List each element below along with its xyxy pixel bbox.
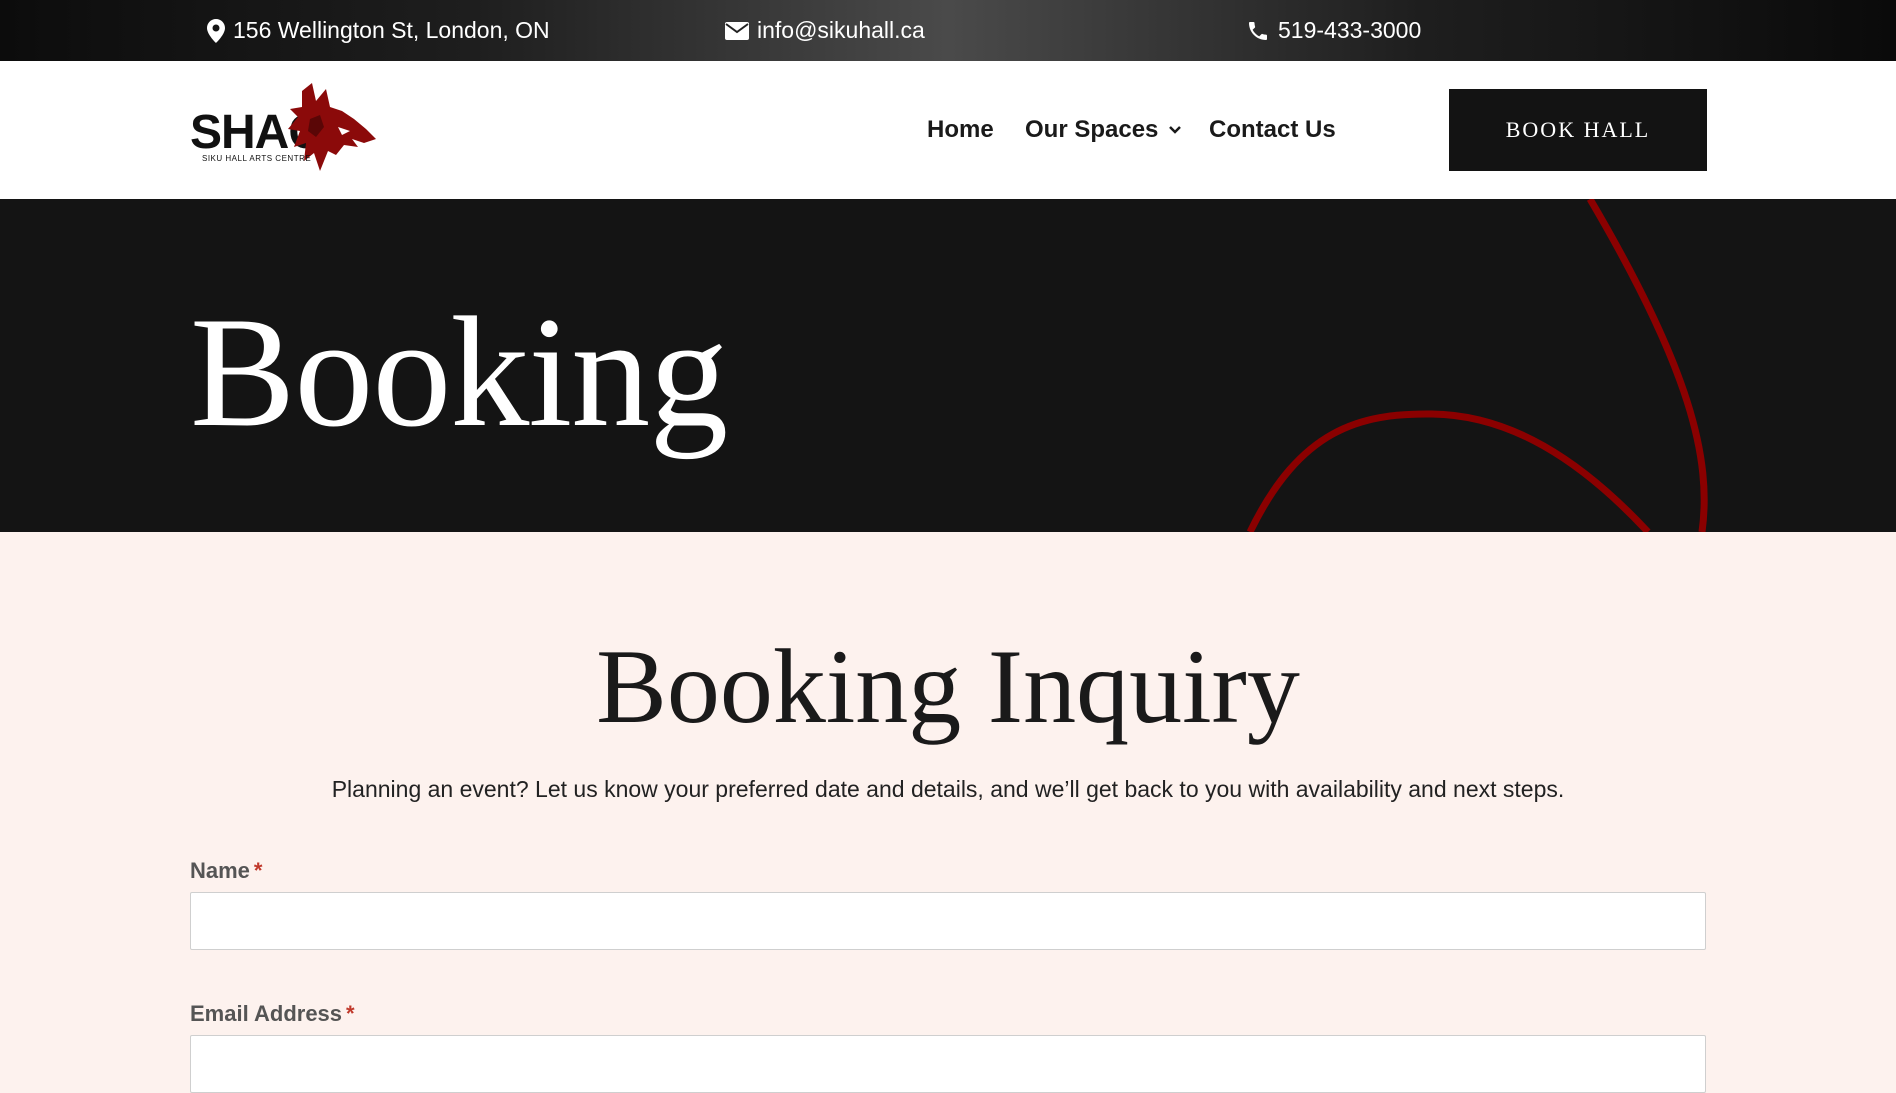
booking-section: Booking Inquiry Planning an event? Let u…: [0, 532, 1896, 1093]
nav-home[interactable]: Home: [927, 116, 994, 144]
nav-contact-wrap: Contact Us: [1209, 61, 1336, 199]
site-logo[interactable]: SHAC SIKU HALL ARTS CENTRE: [190, 81, 380, 181]
nav-home-wrap: Home: [927, 61, 994, 199]
book-hall-button[interactable]: BOOK HALL: [1449, 89, 1707, 171]
name-label-text: Name: [190, 858, 250, 883]
page-title: Booking: [190, 285, 728, 460]
hero-banner: Booking: [0, 199, 1896, 532]
email-label-text: Email Address: [190, 1001, 343, 1026]
name-label: Name *: [190, 858, 262, 884]
address-text: 156 Wellington St, London, ON: [233, 17, 550, 43]
nav-our-spaces[interactable]: Our Spaces: [1025, 116, 1158, 144]
address-info: 156 Wellington St, London, ON: [207, 0, 550, 61]
email-link[interactable]: info@sikuhall.ca: [757, 17, 925, 44]
chevron-down-icon[interactable]: [1168, 125, 1182, 135]
email-field[interactable]: [190, 1035, 1706, 1093]
email-label: Email Address *: [190, 1001, 355, 1027]
phone-icon: [1249, 21, 1267, 40]
required-marker: *: [253, 858, 263, 883]
map-pin-icon: [207, 18, 225, 43]
name-field[interactable]: [190, 892, 1706, 950]
phone-link[interactable]: 519-433-3000: [1278, 17, 1421, 44]
site-header: SHAC SIKU HALL ARTS CENTRE Home Our Spac…: [0, 61, 1896, 199]
phone-info[interactable]: 519-433-3000: [1246, 0, 1421, 61]
nav-contact-us[interactable]: Contact Us: [1209, 116, 1336, 144]
section-heading: Booking Inquiry: [596, 628, 1300, 745]
section-intro: Planning an event? Let us know your pref…: [331, 776, 1565, 802]
logo-subtitle: SIKU HALL ARTS CENTRE: [202, 154, 312, 163]
envelope-icon: [725, 21, 749, 40]
email-info[interactable]: info@sikuhall.ca: [725, 0, 925, 61]
nav-spaces-wrap: Our Spaces: [1025, 61, 1182, 199]
top-info-bar: 156 Wellington St, London, ON info@sikuh…: [0, 0, 1896, 61]
required-marker: *: [346, 1001, 355, 1026]
